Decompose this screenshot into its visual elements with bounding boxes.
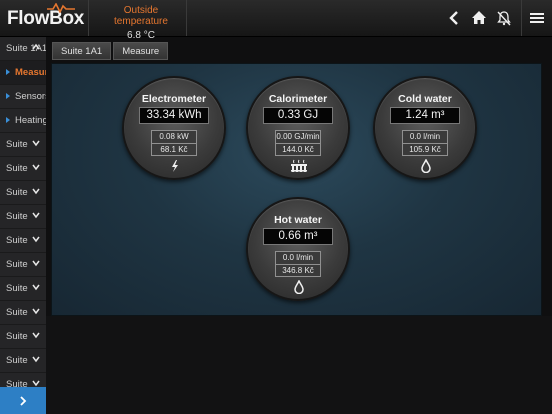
drop-icon — [294, 280, 304, 294]
sidebar-item-label: Suite — [6, 331, 28, 342]
outside-temperature-label: Outside temperature — [114, 5, 168, 27]
sidebar-item-label: Suite — [6, 211, 28, 222]
sidebar-item-label: Suite — [6, 283, 28, 294]
sidebar: Suite 1A1 Measure Sensors Heating Suite … — [0, 37, 46, 414]
breadcrumb-item-suite[interactable]: Suite 1A1 — [52, 42, 112, 60]
gauge-cost: 144.0 Kč — [282, 145, 314, 154]
gauge-details: 0.00 GJ/min 144.0 Kč — [275, 130, 321, 156]
chevron-down-icon — [32, 308, 40, 315]
gauge-details: 0.0 l/min 105.9 Kč — [402, 130, 448, 156]
sidebar-item-measure[interactable]: Measure — [0, 61, 46, 85]
menu-icon[interactable] — [528, 9, 546, 27]
sidebar-item-label: Suite — [6, 355, 28, 366]
chevron-down-icon — [32, 164, 40, 171]
sidebar-item-suite[interactable]: Suite — [0, 253, 46, 277]
sidebar-item-suite[interactable]: Suite — [0, 157, 46, 181]
chevron-down-icon — [32, 188, 40, 195]
gauge-title: Calorimeter — [268, 93, 328, 105]
empty-area — [46, 316, 552, 414]
divider — [521, 0, 522, 36]
gauge-title: Electrometer — [141, 93, 207, 105]
gauge-rate: 0.08 kW — [152, 131, 196, 144]
divider — [88, 0, 89, 36]
chevron-down-icon — [32, 332, 40, 339]
chevron-down-icon — [32, 236, 40, 243]
gauge-cost: 346.8 Kč — [282, 266, 314, 275]
radiator-icon — [291, 159, 307, 172]
sidebar-item-sensors[interactable]: Sensors — [0, 85, 46, 109]
chevron-down-icon — [32, 284, 40, 291]
drop-icon — [421, 159, 431, 173]
gauge-rate: 0.0 l/min — [276, 252, 320, 265]
breadcrumb: Suite 1A1 Measure — [52, 42, 169, 60]
sidebar-item-label: Suite — [6, 163, 28, 174]
back-icon[interactable] — [446, 9, 464, 27]
home-icon[interactable] — [470, 9, 488, 27]
gauge-value: 1.24 m³ — [390, 107, 460, 124]
sidebar-item-suite[interactable]: Suite — [0, 349, 46, 373]
top-bar: FlowBox Outside temperature 6.8 °C — [0, 0, 552, 41]
electrometer-gauge[interactable]: Electrometer 33.34 kWh 0.08 kW 68.1 Kč — [122, 76, 226, 180]
sidebar-item-label: Sensors — [15, 91, 46, 102]
gauge-value: 0.66 m³ — [263, 228, 333, 245]
chevron-right-icon — [20, 395, 27, 406]
chevron-down-icon — [32, 212, 40, 219]
gauge-value: 33.34 kWh — [139, 107, 209, 124]
sidebar-item-suite[interactable]: Suite — [0, 181, 46, 205]
alarm-muted-icon[interactable] — [495, 9, 513, 27]
gauge-rate: 0.00 GJ/min — [276, 131, 320, 144]
divider — [186, 0, 187, 36]
sidebar-item-label: Suite — [6, 139, 28, 150]
chevron-down-icon — [32, 140, 40, 147]
gauge-details: 0.08 kW 68.1 Kč — [151, 130, 197, 156]
chevron-down-icon — [32, 356, 40, 363]
cold-water-gauge[interactable]: Cold water 1.24 m³ 0.0 l/min 105.9 Kč — [373, 76, 477, 180]
sidebar-item-suite-1a1[interactable]: Suite 1A1 — [0, 37, 46, 61]
sidebar-item-label: Heating — [15, 115, 46, 126]
sidebar-item-suite[interactable]: Suite — [0, 229, 46, 253]
gauge-value: 0.33 GJ — [263, 107, 333, 124]
calorimeter-gauge[interactable]: Calorimeter 0.33 GJ 0.00 GJ/min 144.0 Kč — [246, 76, 350, 180]
hot-water-gauge[interactable]: Hot water 0.66 m³ 0.0 l/min 346.8 Kč — [246, 197, 350, 301]
sidebar-item-label: Suite 1A1 — [6, 43, 46, 54]
sidebar-item-label: Measure — [15, 67, 46, 78]
gauge-title: Cold water — [398, 93, 452, 105]
gauge-details: 0.0 l/min 346.8 Kč — [275, 251, 321, 277]
breadcrumb-item-measure[interactable]: Measure — [113, 42, 169, 60]
sidebar-item-label: Suite — [6, 187, 28, 198]
gauge-title: Hot water — [274, 214, 322, 226]
triangle-right-icon — [6, 69, 10, 75]
sidebar-item-suite[interactable]: Suite — [0, 133, 46, 157]
outside-temperature: Outside temperature 6.8 °C — [96, 5, 186, 41]
lightning-icon — [172, 160, 178, 172]
gauge-cost: 68.1 Kč — [160, 145, 188, 154]
sidebar-item-label: Suite — [6, 259, 28, 270]
sidebar-item-suite[interactable]: Suite — [0, 325, 46, 349]
chevron-up-icon — [32, 43, 40, 50]
sidebar-item-label: Suite — [6, 235, 28, 246]
triangle-right-icon — [6, 117, 10, 123]
triangle-right-icon — [6, 93, 10, 99]
sidebar-expand-button[interactable] — [0, 387, 46, 414]
sidebar-item-label: Suite — [6, 307, 28, 318]
sidebar-item-suite[interactable]: Suite — [0, 277, 46, 301]
gauge-rate: 0.0 l/min — [403, 131, 447, 144]
gauge-cost: 105.9 Kč — [409, 145, 441, 154]
logo-wave-icon — [47, 3, 75, 13]
meters-panel: Electrometer 33.34 kWh 0.08 kW 68.1 Kč C… — [51, 63, 542, 316]
sidebar-item-heating[interactable]: Heating — [0, 109, 46, 133]
chevron-down-icon — [32, 260, 40, 267]
sidebar-item-suite[interactable]: Suite — [0, 301, 46, 325]
sidebar-item-suite[interactable]: Suite — [0, 205, 46, 229]
outside-temperature-value: 6.8 °C — [127, 30, 155, 41]
